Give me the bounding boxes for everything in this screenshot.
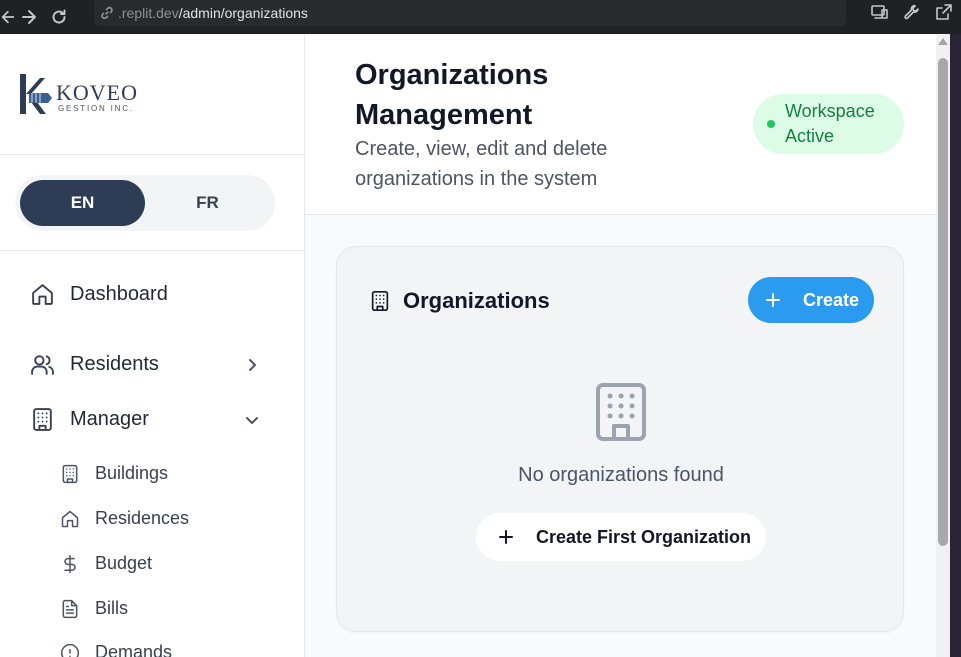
sidebar-subitem-label: Bills bbox=[95, 598, 129, 618]
create-button-label: Create bbox=[803, 289, 860, 310]
sidebar-item-label: Dashboard bbox=[70, 283, 168, 305]
main-content: Organizations Management Create, view, e… bbox=[305, 34, 936, 657]
window-edge bbox=[950, 34, 961, 657]
sidebar-item-label: Manager bbox=[70, 408, 149, 430]
file-text-icon bbox=[60, 599, 80, 619]
sidebar-subitem-budget[interactable]: Budget bbox=[60, 553, 152, 574]
plus-icon bbox=[766, 293, 780, 307]
page-header: Organizations Management Create, view, e… bbox=[305, 34, 936, 215]
sidebar-subitem-demands[interactable]: Demands bbox=[60, 642, 172, 657]
chevron-right-icon[interactable] bbox=[244, 357, 260, 373]
sidebar: KOVEO GESTION INC. EN FR Dashboard Resid… bbox=[0, 34, 305, 657]
koveo-logo[interactable]: KOVEO GESTION INC. bbox=[18, 72, 138, 116]
create-button[interactable]: Create bbox=[748, 277, 874, 323]
address-bar[interactable]: .replit.dev/admin/organizations bbox=[94, 0, 846, 26]
vertical-scrollbar[interactable] bbox=[936, 34, 950, 657]
sidebar-item-label: Residents bbox=[70, 353, 159, 375]
sidebar-subitem-label: Demands bbox=[95, 642, 173, 657]
arrow-left-icon bbox=[1, 10, 14, 24]
browser-actions bbox=[871, 0, 953, 24]
users-icon bbox=[30, 352, 55, 377]
sidebar-item-dashboard[interactable]: Dashboard bbox=[30, 282, 270, 307]
language-option-en[interactable]: EN bbox=[20, 180, 145, 226]
url-host: .replit.dev bbox=[118, 5, 179, 21]
divider bbox=[0, 154, 304, 155]
home-icon bbox=[60, 509, 80, 529]
reload-icon bbox=[52, 9, 66, 24]
building-icon bbox=[30, 407, 55, 432]
status-badge-label: Workspace Active bbox=[785, 101, 875, 146]
create-first-organization-button[interactable]: Create First Organization bbox=[476, 513, 766, 561]
dollar-icon bbox=[60, 554, 80, 574]
alert-circle-icon bbox=[60, 643, 80, 657]
page-subtitle: Create, view, edit and delete organizati… bbox=[355, 138, 608, 190]
sidebar-subitem-label: Budget bbox=[95, 553, 153, 573]
card-title: Organizations bbox=[403, 288, 550, 313]
organizations-card: Organizations Create No organizations fo… bbox=[336, 246, 904, 632]
building-icon bbox=[596, 383, 646, 441]
sidebar-item-manager[interactable]: Manager bbox=[30, 407, 270, 432]
page-title: Organizations Management bbox=[355, 59, 549, 131]
arrow-right-icon bbox=[22, 10, 36, 24]
chevron-down-icon[interactable] bbox=[244, 412, 260, 428]
back-button[interactable] bbox=[0, 0, 14, 34]
sidebar-subitem-residences[interactable]: Residences bbox=[60, 508, 189, 529]
wrench-icon[interactable] bbox=[903, 3, 921, 21]
forward-button[interactable] bbox=[14, 0, 44, 34]
scroll-up-arrow-icon[interactable] bbox=[938, 38, 948, 45]
koveo-logo-mark-icon bbox=[20, 74, 52, 114]
url-path: /admin/organizations bbox=[178, 5, 308, 21]
status-dot-icon bbox=[767, 120, 775, 128]
building-icon bbox=[371, 291, 389, 311]
sidebar-subitem-buildings[interactable]: Buildings bbox=[60, 463, 168, 484]
sidebar-subitem-label: Residences bbox=[95, 508, 190, 528]
empty-state-message: No organizations found bbox=[518, 464, 724, 486]
reload-button[interactable] bbox=[44, 0, 74, 34]
plus-icon bbox=[499, 530, 513, 544]
building-icon bbox=[60, 464, 80, 484]
devices-icon[interactable] bbox=[871, 3, 889, 21]
sidebar-subitem-bills[interactable]: Bills bbox=[60, 598, 128, 619]
language-option-fr[interactable]: FR bbox=[145, 180, 270, 226]
external-link-icon[interactable] bbox=[935, 3, 953, 21]
logo-subtitle: GESTION INC. bbox=[58, 104, 134, 113]
link-icon bbox=[101, 6, 113, 20]
logo-wordmark: KOVEO bbox=[56, 80, 138, 105]
home-icon bbox=[30, 282, 55, 307]
divider bbox=[0, 250, 304, 251]
scrollbar-thumb[interactable] bbox=[938, 58, 948, 546]
empty-state-icon bbox=[595, 382, 647, 442]
sidebar-item-residents[interactable]: Residents bbox=[30, 352, 270, 377]
create-first-organization-label: Create First Organization bbox=[536, 526, 752, 547]
status-badge: Workspace Active bbox=[753, 94, 904, 154]
card-header: Organizations bbox=[369, 288, 550, 314]
language-toggle: EN FR bbox=[15, 175, 275, 231]
sidebar-subitem-label: Buildings bbox=[95, 463, 169, 483]
browser-toolbar: .replit.dev/admin/organizations bbox=[0, 0, 961, 34]
